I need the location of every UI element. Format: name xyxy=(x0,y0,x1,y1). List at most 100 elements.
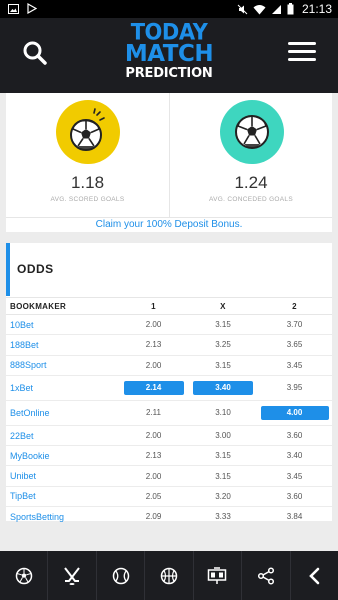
odd-draw: 3.15 xyxy=(189,465,257,487)
table-row: TipBet 2.05 3.20 3.60 xyxy=(6,486,332,508)
nav-basketball[interactable] xyxy=(145,551,194,600)
deposit-bonus-link[interactable]: Claim your 100% Deposit Bonus. xyxy=(6,217,332,232)
battery-icon xyxy=(287,3,294,15)
tennis-icon xyxy=(112,567,129,584)
scored-goals-value: 1.18 xyxy=(70,173,105,192)
odd-away: 3.40 xyxy=(257,445,332,467)
odd-draw: 3.20 xyxy=(189,486,257,508)
menu-button[interactable] xyxy=(288,42,316,66)
odd-away: 3.45 xyxy=(257,465,332,487)
best-odd-home[interactable]: 2.14 xyxy=(123,380,184,395)
bookmaker-name[interactable]: 10Bet xyxy=(6,314,118,336)
odds-header: ODDS xyxy=(6,243,332,296)
table-row: SportsBetting 2.09 3.33 3.84 xyxy=(6,506,332,528)
back-icon xyxy=(309,567,320,584)
bookmaker-name[interactable]: 1xBet xyxy=(6,375,118,401)
odds-card: ODDS BOOKMAKER 1 X 2 10Bet 2.00 3.15 3.7… xyxy=(6,243,332,528)
odd-home: 2.00 xyxy=(118,465,189,487)
table-row: 10Bet 2.00 3.15 3.70 xyxy=(6,314,332,336)
odd-home: 2.05 xyxy=(118,486,189,508)
odd-draw: 3.33 xyxy=(189,506,257,528)
bookmaker-name[interactable]: Unibet xyxy=(6,465,118,487)
odds-table: BOOKMAKER 1 X 2 10Bet 2.00 3.15 3.70 188… xyxy=(6,297,332,528)
hamburger-icon xyxy=(288,42,316,45)
conceded-goals-badge xyxy=(220,100,284,164)
table-row: 1xBet 2.14 3.40 3.95 xyxy=(6,375,332,401)
bookmaker-name[interactable]: 22Bet xyxy=(6,425,118,447)
conceded-goals-value: 1.24 xyxy=(234,173,268,192)
odd-away: 3.60 xyxy=(257,486,332,508)
mute-icon xyxy=(237,4,248,14)
nav-hockey[interactable] xyxy=(48,551,97,600)
column-header-away: 2 xyxy=(257,297,332,315)
odd-home: 2.13 xyxy=(118,445,189,467)
table-row: 188Bet 2.13 3.25 3.65 xyxy=(6,334,332,356)
logo-line-prediction: PREDICTION xyxy=(125,66,213,81)
app-header: TODAY MATCH PREDICTION xyxy=(0,18,338,93)
scored-goals-label: AVG. SCORED GOALS xyxy=(50,196,125,203)
best-odd-draw[interactable]: 3.40 xyxy=(193,380,253,395)
nav-back[interactable] xyxy=(291,551,338,600)
basketball-icon xyxy=(160,567,178,584)
nav-scores[interactable] xyxy=(194,551,243,600)
scoreboard-icon xyxy=(208,566,227,584)
odd-home: 2.11 xyxy=(118,400,189,426)
bookmaker-name[interactable]: MyBookie xyxy=(6,445,118,467)
table-row: MyBookie 2.13 3.15 3.40 xyxy=(6,445,332,467)
odd-away: 3.60 xyxy=(257,425,332,447)
notification-image-icon xyxy=(8,3,19,14)
table-row: 22Bet 2.00 3.00 3.60 xyxy=(6,425,332,447)
clock: 21:13 xyxy=(301,2,332,16)
logo-line-today: TODAY xyxy=(130,19,208,45)
odd-home: 2.00 xyxy=(118,314,189,336)
logo-line-match: MATCH xyxy=(124,41,214,67)
odd-draw: 3.00 xyxy=(189,425,257,447)
table-row: Unibet 2.00 3.15 3.45 xyxy=(6,465,332,487)
odd-home: 2.09 xyxy=(118,506,189,528)
odds-title: ODDS xyxy=(17,262,54,276)
bottom-navigation xyxy=(0,551,338,600)
conceded-goals-label: AVG. CONCEDED GOALS xyxy=(209,196,293,203)
odd-draw: 3.15 xyxy=(189,314,257,336)
signal-icon xyxy=(271,4,281,14)
nav-share[interactable] xyxy=(242,551,291,600)
soccer-icon xyxy=(15,567,32,584)
odd-draw: 3.15 xyxy=(189,355,257,376)
search-icon xyxy=(23,41,47,65)
nav-tennis[interactable] xyxy=(97,551,146,600)
odd-home: 2.00 xyxy=(118,425,189,447)
column-header-draw: X xyxy=(189,297,257,315)
odd-away: 3.95 xyxy=(257,375,332,401)
search-button[interactable] xyxy=(22,40,52,70)
odd-home: 2.13 xyxy=(118,334,189,356)
odd-away: 3.84 xyxy=(257,506,332,528)
column-header-bookmaker: BOOKMAKER xyxy=(6,297,118,315)
bookmaker-name[interactable]: BetOnline xyxy=(6,400,118,426)
soccer-ball-icon xyxy=(70,108,105,151)
odd-draw: 3.10 xyxy=(189,400,257,426)
share-icon xyxy=(257,566,274,585)
odd-draw: 3.25 xyxy=(189,334,257,356)
avg-conceded-goals: 1.24 AVG. CONCEDED GOALS xyxy=(169,93,332,217)
table-row: BetOnline 2.11 3.10 4.00 xyxy=(6,400,332,426)
bookmaker-name[interactable]: 888Sport xyxy=(6,355,118,376)
odd-away: 3.65 xyxy=(257,334,332,356)
avg-scored-goals: 1.18 AVG. SCORED GOALS xyxy=(6,93,169,217)
scored-goals-badge xyxy=(56,100,120,164)
hockey-icon xyxy=(64,566,80,585)
bookmaker-name[interactable]: SportsBetting xyxy=(6,506,118,528)
app-logo[interactable]: TODAY MATCH PREDICTION xyxy=(119,19,219,81)
bookmaker-name[interactable]: 188Bet xyxy=(6,334,118,356)
best-odd-away[interactable]: 4.00 xyxy=(260,405,329,420)
nav-soccer[interactable] xyxy=(0,551,49,600)
status-bar: 21:13 xyxy=(0,0,338,18)
odd-away: 3.70 xyxy=(257,314,332,336)
odd-home: 2.00 xyxy=(118,355,189,376)
play-store-icon xyxy=(27,3,37,14)
table-row: 888Sport 2.00 3.15 3.45 xyxy=(6,355,332,376)
odd-away: 3.45 xyxy=(257,355,332,376)
bookmaker-name[interactable]: TipBet xyxy=(6,486,118,508)
goals-stats-card: 1.18 AVG. SCORED GOALS 1.24 AVG. CONCEDE… xyxy=(6,93,332,232)
soccer-ball-icon xyxy=(235,115,269,149)
odd-draw: 3.15 xyxy=(189,445,257,467)
